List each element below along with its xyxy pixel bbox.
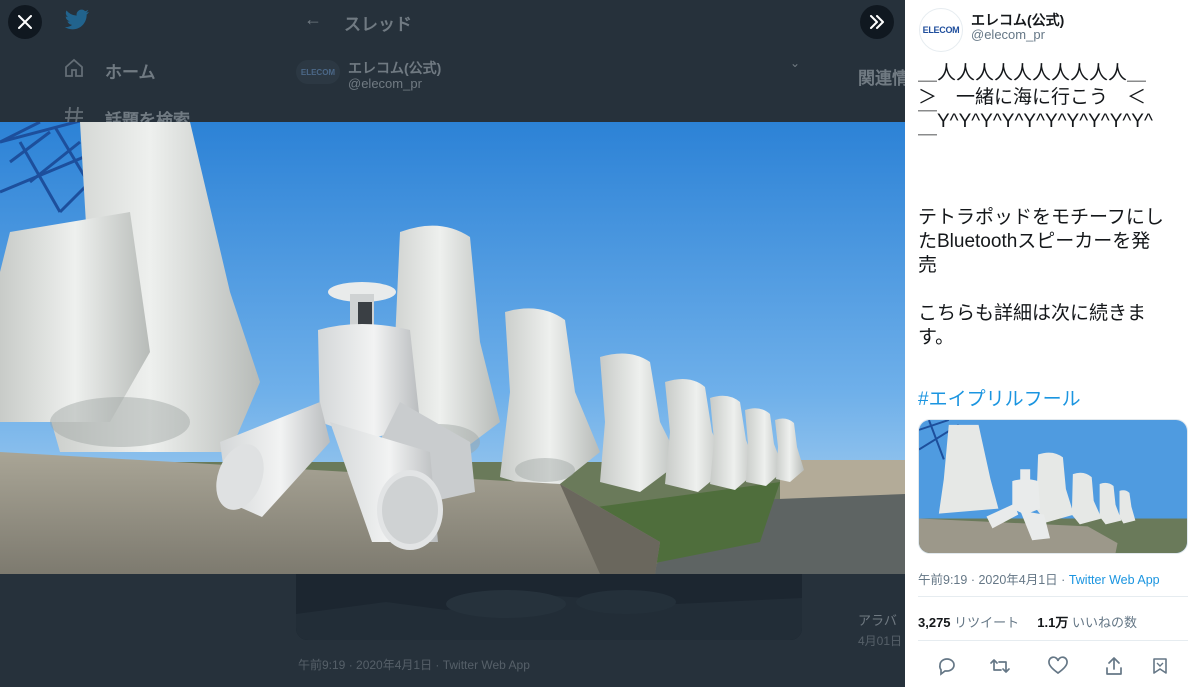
tweet-photo-enlarged	[0, 122, 905, 574]
toggle-panel-button[interactable]	[860, 5, 894, 39]
likes-stat[interactable]: 1.1万 いいねの数	[1037, 615, 1137, 630]
tweet-source[interactable]: Twitter Web App	[1069, 573, 1160, 587]
like-count: 1.1万	[1037, 615, 1069, 630]
tweet-line: ＞ 一緒に海に行こう ＜	[918, 87, 1147, 108]
avatar-logo-text: ELECOM	[922, 25, 960, 35]
tweet-line: たBluetoothスピーカーを発	[918, 231, 1151, 252]
tweet-photo-thumbnail[interactable]	[918, 419, 1188, 554]
author-handle[interactable]: @elecom_pr	[971, 27, 1045, 42]
tweet-line: ￣	[918, 135, 938, 156]
tweet-line: こちらも詳細は次に続きま	[918, 303, 1147, 324]
like-button[interactable]	[1047, 655, 1069, 677]
bg-author-handle[interactable]: @elecom_pr	[348, 76, 422, 91]
nav-home-label[interactable]: ホーム	[105, 58, 156, 83]
bg-author-avatar: ELECOM	[296, 60, 340, 84]
meta-separator: ·	[1061, 573, 1069, 587]
tweet-stats: 3,275 リツイート 1.1万 いいねの数	[918, 612, 1137, 631]
bg-caret-icon[interactable]: ⌄	[790, 56, 800, 70]
bg-side-date: 4月01日	[858, 634, 903, 648]
hashtag-link[interactable]: #エイプリルフール	[918, 384, 1081, 411]
author-avatar[interactable]: ELECOM	[919, 8, 963, 52]
retweet-label: リツイート	[954, 615, 1020, 630]
bookmark-button[interactable]	[1149, 655, 1171, 677]
reply-button[interactable]	[936, 655, 958, 677]
divider	[918, 596, 1188, 597]
like-label: いいねの数	[1071, 615, 1137, 630]
share-button[interactable]	[1103, 655, 1125, 677]
tweet-line	[918, 278, 1194, 302]
tweet-line: す。	[918, 327, 955, 348]
bg-avatar-text: ELECOM	[300, 67, 336, 77]
home-icon	[65, 58, 83, 77]
retweet-count: 3,275	[918, 615, 951, 630]
tweet-line: ￣Y^Y^Y^Y^Y^Y^Y^Y^Y^Y^	[918, 111, 1153, 132]
bg-author-name[interactable]: エレコム(公式)	[348, 58, 441, 78]
bookmark-icon	[1153, 658, 1167, 674]
double-chevron-right-icon	[870, 15, 884, 29]
tweet-date[interactable]: 2020年4月1日	[978, 573, 1057, 587]
close-button[interactable]	[8, 5, 42, 39]
twitter-bird-icon	[64, 9, 89, 30]
tweet-line	[918, 182, 1194, 206]
bg-trends-header: 関連情	[858, 69, 905, 88]
bg-side-text: アラバ	[858, 613, 897, 628]
tweet-line: ＿人人人人人人人人人人＿	[918, 63, 1147, 84]
tweet-body: ＿人人人人人人人人人人＿ ＞ 一緒に海に行こう ＜ ￣Y^Y^Y^Y^Y^Y^Y…	[918, 62, 1194, 350]
close-icon	[18, 15, 32, 29]
back-arrow-icon[interactable]: ←	[304, 9, 322, 30]
heart-icon	[1048, 656, 1068, 675]
tweet-time[interactable]: 午前9:19	[918, 573, 967, 587]
tweet-detail-panel: ELECOM エレコム(公式) @elecom_pr ＿人人人人人人人人人人＿ …	[905, 0, 1200, 687]
tweet-line: テトラポッドをモチーフにし	[918, 207, 1164, 228]
thread-header: スレッド	[344, 15, 412, 34]
divider	[918, 640, 1188, 641]
tweet-meta: 午前9:19 · 2020年4月1日 · Twitter Web App	[918, 569, 1160, 588]
share-icon	[1106, 657, 1122, 675]
bg-media-preview	[296, 574, 802, 640]
tweet-line: 売	[918, 255, 938, 276]
reply-icon	[939, 658, 955, 676]
tweet-line	[918, 158, 1194, 182]
retweets-stat[interactable]: 3,275 リツイート	[918, 615, 1019, 630]
bg-timestamp: 午前9:19 · 2020年4月1日 · Twitter Web App	[298, 658, 530, 672]
retweet-button[interactable]	[989, 655, 1011, 677]
retweet-icon	[990, 659, 1010, 673]
